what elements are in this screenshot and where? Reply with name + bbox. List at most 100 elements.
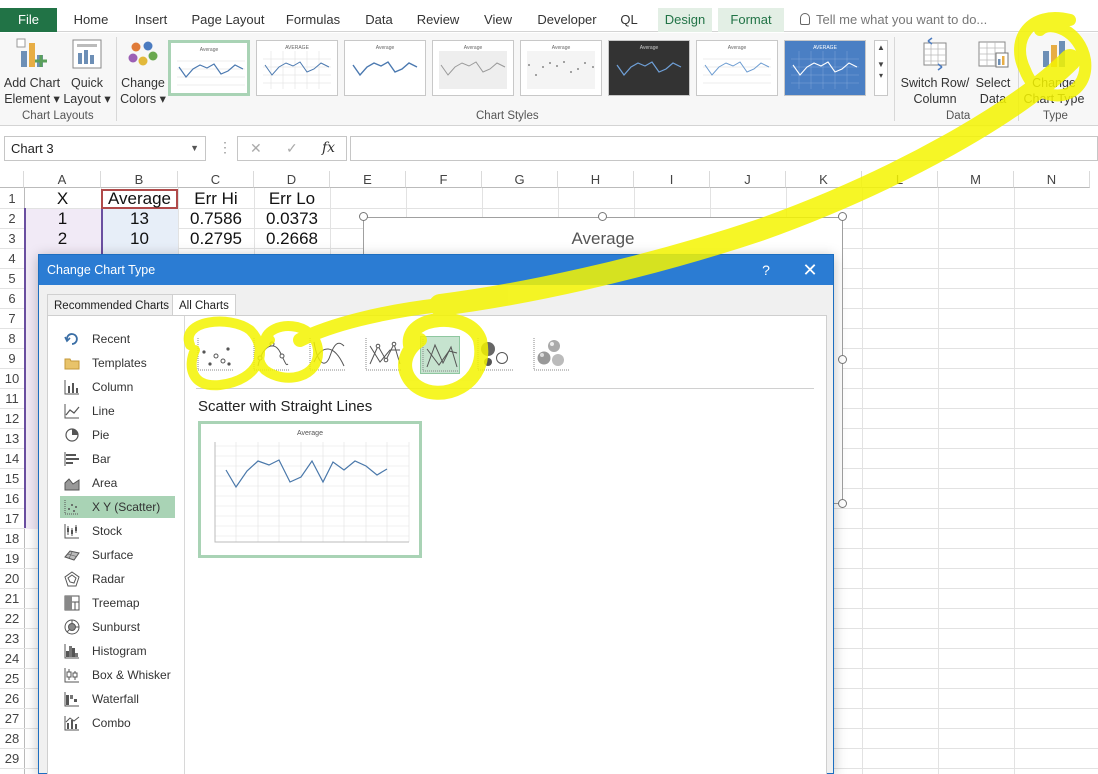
scatter-straight-lines-markers-option[interactable] bbox=[364, 336, 404, 374]
chevron-down-icon[interactable]: ▼ bbox=[875, 60, 887, 69]
row-header[interactable]: 6 bbox=[0, 289, 24, 309]
resize-handle[interactable] bbox=[359, 212, 368, 221]
cell-a3[interactable]: 2 bbox=[24, 229, 101, 249]
row-header[interactable]: 9 bbox=[0, 349, 24, 369]
category-column[interactable]: Column bbox=[60, 376, 175, 398]
bubble-option[interactable] bbox=[476, 336, 516, 374]
tab-page-layout[interactable]: Page Layout bbox=[188, 8, 268, 32]
column-header[interactable]: D bbox=[254, 171, 330, 188]
chart-title[interactable]: Average bbox=[364, 229, 842, 249]
cell-a1[interactable]: X bbox=[24, 189, 101, 209]
row-header[interactable]: 7 bbox=[0, 309, 24, 329]
row-header[interactable]: 10 bbox=[0, 369, 24, 389]
cancel-icon[interactable]: ✕ bbox=[250, 140, 262, 157]
tab-format[interactable]: Format bbox=[718, 8, 784, 32]
cell-a2[interactable]: 1 bbox=[24, 209, 101, 229]
tab-developer[interactable]: Developer bbox=[534, 8, 600, 32]
tab-all-charts[interactable]: All Charts bbox=[172, 294, 236, 316]
column-header[interactable]: J bbox=[710, 171, 786, 188]
category-combo[interactable]: Combo bbox=[60, 712, 175, 734]
row-header[interactable]: 11 bbox=[0, 389, 24, 409]
chevron-up-icon[interactable]: ▲ bbox=[875, 43, 887, 52]
tab-review[interactable]: Review bbox=[414, 8, 462, 32]
bubble-3d-option[interactable] bbox=[532, 336, 572, 374]
row-header[interactable]: 12 bbox=[0, 409, 24, 429]
tab-ql[interactable]: QL bbox=[614, 8, 644, 32]
category-surface[interactable]: Surface bbox=[60, 544, 175, 566]
category-sunburst[interactable]: Sunburst bbox=[60, 616, 175, 638]
row-header[interactable]: 16 bbox=[0, 489, 24, 509]
row-header[interactable]: 29 bbox=[0, 749, 24, 769]
row-header[interactable]: 14 bbox=[0, 449, 24, 469]
row-header[interactable]: 20 bbox=[0, 569, 24, 589]
resize-handle[interactable] bbox=[838, 355, 847, 364]
row-header[interactable]: 28 bbox=[0, 729, 24, 749]
tab-formulas[interactable]: Formulas bbox=[282, 8, 344, 32]
resize-handle[interactable] bbox=[838, 212, 847, 221]
quick-layout-button[interactable]: Quick Layout ▾ bbox=[62, 37, 112, 107]
tab-data[interactable]: Data bbox=[360, 8, 398, 32]
category-treemap[interactable]: Treemap bbox=[60, 592, 175, 614]
scatter-smooth-lines-markers-option[interactable] bbox=[252, 336, 292, 374]
tab-file[interactable]: File bbox=[0, 8, 57, 32]
row-header[interactable]: 22 bbox=[0, 609, 24, 629]
category-pie[interactable]: Pie bbox=[60, 424, 175, 446]
chart-style-2[interactable]: AVERAGE bbox=[256, 40, 338, 96]
change-chart-type-button[interactable]: Change Chart Type bbox=[1020, 37, 1088, 107]
category-bar[interactable]: Bar bbox=[60, 448, 175, 470]
chart-style-5[interactable]: Average bbox=[520, 40, 602, 96]
row-header[interactable]: 3 bbox=[0, 229, 24, 249]
scatter-straight-lines-option[interactable] bbox=[420, 336, 460, 374]
row-header[interactable]: 18 bbox=[0, 529, 24, 549]
column-header[interactable]: A bbox=[24, 171, 101, 188]
formula-input[interactable] bbox=[350, 136, 1098, 161]
scatter-smooth-lines-option[interactable] bbox=[308, 336, 348, 374]
tab-home[interactable]: Home bbox=[66, 8, 116, 32]
column-header[interactable]: K bbox=[786, 171, 862, 188]
switch-row-column-button[interactable]: Switch Row/ Column bbox=[898, 37, 972, 107]
cell-b3[interactable]: 10 bbox=[101, 229, 178, 249]
category-recent[interactable]: Recent bbox=[60, 328, 175, 350]
chevron-down-icon[interactable]: ▼ bbox=[190, 137, 199, 160]
row-header[interactable]: 5 bbox=[0, 269, 24, 289]
row-header[interactable]: 17 bbox=[0, 509, 24, 529]
column-header[interactable]: E bbox=[330, 171, 406, 188]
chart-style-3[interactable]: Average bbox=[344, 40, 426, 96]
row-header[interactable]: 21 bbox=[0, 589, 24, 609]
add-chart-element-button[interactable]: Add Chart Element ▾ bbox=[2, 37, 62, 107]
column-header[interactable]: H bbox=[558, 171, 634, 188]
category-line[interactable]: Line bbox=[60, 400, 175, 422]
chart-style-4[interactable]: Average bbox=[432, 40, 514, 96]
tell-me-search[interactable]: Tell me what you want to do... bbox=[800, 8, 987, 32]
cell-b1[interactable]: Average bbox=[101, 189, 178, 209]
tab-recommended-charts[interactable]: Recommended Charts bbox=[47, 294, 177, 316]
change-colors-button[interactable]: Change Colors ▾ bbox=[118, 37, 168, 107]
close-icon[interactable]: ✕ bbox=[795, 255, 825, 285]
scatter-markers-only-option[interactable] bbox=[196, 336, 236, 374]
select-data-button[interactable]: Select Data bbox=[974, 37, 1012, 107]
category-box-whisker[interactable]: Box & Whisker bbox=[60, 664, 175, 686]
column-header[interactable]: F bbox=[406, 171, 482, 188]
cell-b2[interactable]: 13 bbox=[101, 209, 178, 229]
select-all-corner[interactable] bbox=[0, 171, 24, 188]
insert-function-icon[interactable]: fx bbox=[322, 140, 335, 156]
tab-design[interactable]: Design bbox=[658, 8, 712, 32]
category-waterfall[interactable]: Waterfall bbox=[60, 688, 175, 710]
chart-preview[interactable]: Average bbox=[198, 421, 422, 558]
row-header[interactable]: 24 bbox=[0, 649, 24, 669]
column-header[interactable]: L bbox=[862, 171, 938, 188]
category-radar[interactable]: Radar bbox=[60, 568, 175, 590]
category-stock[interactable]: Stock bbox=[60, 520, 175, 542]
column-header[interactable]: G bbox=[482, 171, 558, 188]
row-header[interactable]: 1 bbox=[0, 189, 24, 209]
column-header[interactable]: C bbox=[178, 171, 254, 188]
tab-view[interactable]: View bbox=[478, 8, 518, 32]
chart-style-6[interactable]: Average bbox=[608, 40, 690, 96]
row-header[interactable]: 25 bbox=[0, 669, 24, 689]
help-icon[interactable]: ? bbox=[751, 255, 781, 285]
chart-style-1[interactable]: Average bbox=[168, 40, 250, 96]
enter-icon[interactable]: ✓ bbox=[286, 140, 298, 157]
more-icon[interactable]: ▾ bbox=[875, 71, 887, 80]
resize-handle[interactable] bbox=[598, 212, 607, 221]
column-header[interactable]: B bbox=[101, 171, 178, 188]
